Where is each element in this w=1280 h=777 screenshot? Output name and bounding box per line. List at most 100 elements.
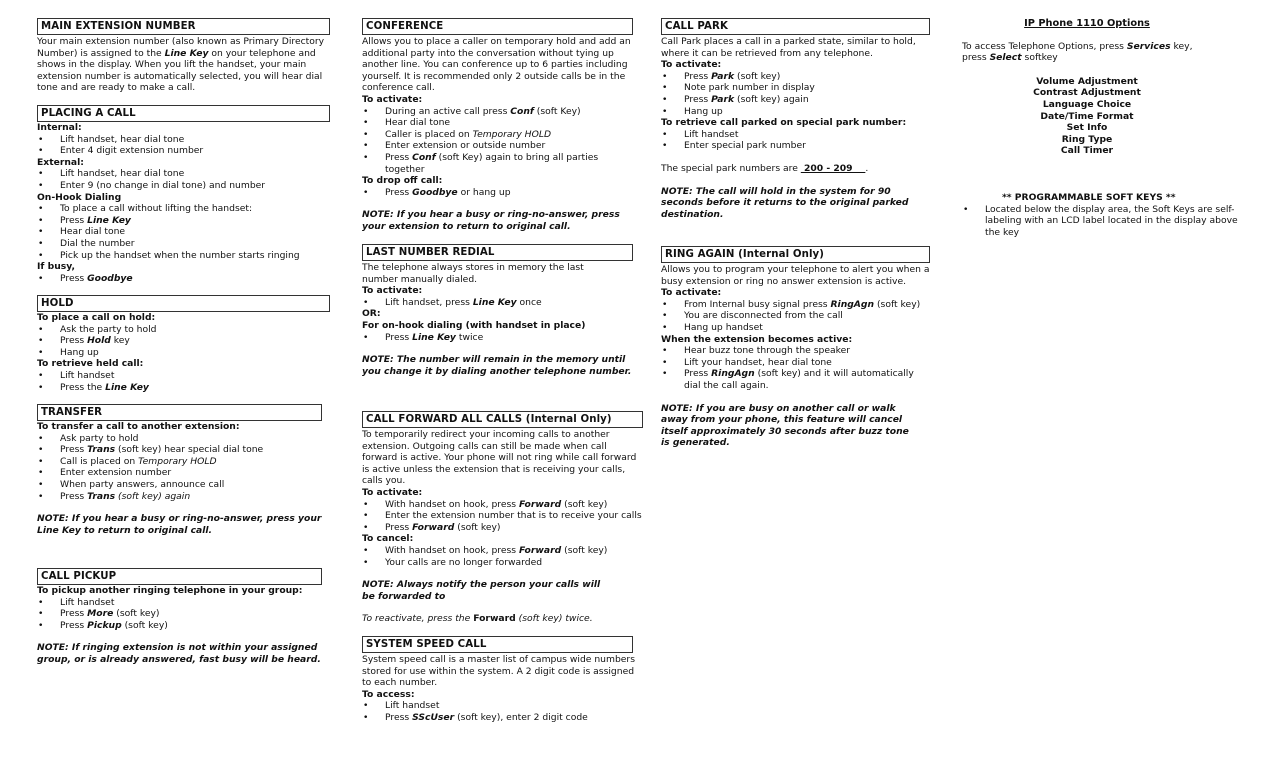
list-item: Lift handset, press Line Key once: [362, 297, 640, 309]
list-item: Press Line Key twice: [362, 332, 640, 344]
list-item: Ask the party to hold: [37, 324, 330, 336]
list-item: You are disconnected from the call: [661, 310, 931, 322]
section-header: LAST NUMBER REDIAL: [362, 244, 633, 261]
list-item: Pick up the handset when the number star…: [37, 250, 330, 262]
list-item: Press Forward (soft key): [362, 522, 644, 534]
section-transfer: TRANSFER To transfer a call to another e…: [37, 404, 322, 536]
list-item: Enter special park number: [661, 140, 931, 152]
list-item: Lift handset, hear dial tone: [37, 134, 330, 146]
list-item: Press Trans (soft key) again: [37, 491, 322, 503]
list-item: Press More (soft key): [37, 608, 322, 620]
section-body: Your main extension number (also known a…: [37, 36, 325, 94]
list-item: To place a call without lifting the hand…: [37, 203, 330, 215]
subheading: To pickup another ringing telephone in y…: [37, 585, 303, 596]
list-item: Ask party to hold: [37, 433, 322, 445]
section-call-pickup: CALL PICKUP To pickup another ringing te…: [37, 568, 322, 666]
section-header: MAIN EXTENSION NUMBER: [37, 18, 330, 35]
list-item: Press Goodbye: [37, 273, 330, 285]
note: NOTE: If you hear a busy or ring-no-answ…: [362, 209, 620, 232]
option-language-choice: Language Choice: [1042, 98, 1132, 110]
list-item: During an active call press Conf (soft K…: [362, 106, 640, 118]
section-phone-options: IP Phone 1110 Options To access Telephon…: [962, 18, 1212, 157]
section-main-extension: MAIN EXTENSION NUMBER Your main extensio…: [37, 18, 330, 94]
list-item: Lift your handset, hear dial tone: [661, 357, 931, 369]
subheading-if-busy: If busy,: [37, 261, 75, 273]
list-item: Hear dial tone: [362, 117, 640, 129]
note: NOTE: If you are busy on another call or…: [661, 402, 909, 449]
section-body: Allows you to place a caller on temporar…: [362, 36, 631, 94]
list-item: Press Hold key: [37, 335, 330, 347]
list-item: Enter 4 digit extension number: [37, 145, 330, 157]
section-programmable-soft-keys: ** PROGRAMMABLE SOFT KEYS ** Located bel…: [962, 192, 1238, 238]
list-item: Lift handset: [37, 370, 330, 382]
list-item: Lift handset: [661, 129, 931, 141]
note: NOTE: If you hear a busy or ring-no-answ…: [37, 513, 322, 536]
reactivate-text: To reactivate, press the Forward (soft k…: [362, 613, 593, 625]
list-item: Press Line Key: [37, 215, 330, 227]
section-header: TRANSFER: [37, 404, 322, 421]
section-conference: CONFERENCE Allows you to place a caller …: [362, 18, 640, 233]
list-item: With handset on hook, press Forward (sof…: [362, 499, 644, 511]
subheading: To activate:: [661, 59, 722, 71]
list-item: Press Trans (soft key) hear special dial…: [37, 444, 322, 456]
list-item: Enter the extension number that is to re…: [362, 510, 644, 522]
subheading-external: External:: [37, 156, 84, 168]
section-header: CALL FORWARD ALL CALLS (Internal Only): [362, 411, 643, 428]
option-volume-adjustment: Volume Adjustment: [1036, 75, 1138, 87]
list-item: Press Conf (soft Key) again to bring all…: [362, 152, 640, 175]
subheading: To place a call on hold:: [37, 312, 156, 323]
list-item: Caller is placed on Temporary HOLD: [362, 129, 640, 141]
list-item: Enter 9 (no change in dial tone) and num…: [37, 180, 330, 192]
list-item: Press Park (soft key): [661, 71, 931, 83]
option-date-time-format: Date/Time Format: [1040, 110, 1134, 122]
option-ring-type: Ring Type: [1061, 133, 1113, 145]
list-item: When party answers, announce call: [37, 479, 322, 491]
section-body: Allows you to program your telephone to …: [661, 264, 930, 287]
subheading: For on-hook dialing (with handset in pla…: [362, 319, 586, 331]
list-item: Hang up: [661, 106, 931, 118]
list-item: Lift handset, hear dial tone: [37, 168, 330, 180]
list-item: Hear dial tone: [37, 226, 330, 238]
note: NOTE: The number will remain in the memo…: [362, 354, 632, 377]
section-header: RING AGAIN (Internal Only): [661, 246, 930, 263]
list-item: Press Park (soft key) again: [661, 94, 931, 106]
list-item: Enter extension number: [37, 467, 322, 479]
list-item: Located below the display area, the Soft…: [962, 204, 1238, 239]
options-list: Volume Adjustment Contrast Adjustment La…: [962, 76, 1212, 157]
section-ring-again: RING AGAIN (Internal Only) Allows you to…: [661, 246, 931, 449]
list-item: Lift handset: [37, 597, 322, 609]
subheading: To activate:: [362, 285, 423, 297]
section-call-park: CALL PARK Call Park places a call in a p…: [661, 18, 931, 220]
subheading: To retrieve held call:: [37, 358, 144, 370]
option-contrast-adjustment: Contrast Adjustment: [1033, 87, 1141, 99]
subheading: To drop off call:: [362, 175, 443, 187]
subheading-or: OR:: [362, 308, 381, 320]
section-system-speed-call: SYSTEM SPEED CALL System speed call is a…: [362, 636, 640, 724]
subheading: To retrieve call parked on special park …: [661, 117, 907, 129]
note: NOTE: If ringing extension is not within…: [37, 642, 321, 665]
section-last-number-redial: LAST NUMBER REDIAL The telephone always …: [362, 244, 640, 377]
list-item: Hear buzz tone through the speaker: [661, 345, 931, 357]
section-header: CALL PICKUP: [37, 568, 322, 585]
options-title: IP Phone 1110 Options: [1024, 18, 1150, 29]
note: NOTE: Always notify the person your call…: [362, 579, 601, 602]
list-item: Hang up handset: [661, 322, 931, 334]
section-header: CALL PARK: [661, 18, 930, 35]
list-item: Press the Line Key: [37, 382, 330, 394]
softkeys-title: ** PROGRAMMABLE SOFT KEYS **: [1002, 192, 1176, 203]
section-body: To temporarily redirect your incoming ca…: [362, 429, 637, 487]
section-header: HOLD: [37, 295, 330, 312]
section-header: PLACING A CALL: [37, 105, 330, 122]
section-hold: HOLD To place a call on hold: Ask the pa…: [37, 295, 330, 393]
subheading: To cancel:: [362, 533, 414, 545]
list-item: Enter extension or outside number: [362, 140, 640, 152]
subheading: To activate:: [362, 486, 423, 498]
section-body: Call Park places a call in a parked stat…: [661, 36, 916, 59]
list-item: Press RingAgn (soft key) and it will aut…: [661, 368, 931, 391]
option-set-info: Set Info: [1066, 122, 1108, 134]
list-item: Call is placed on Temporary HOLD: [37, 456, 322, 468]
section-body: The telephone always stores in memory th…: [362, 262, 584, 285]
option-call-timer: Call Timer: [1060, 145, 1114, 157]
list-item: From Internal busy signal press RingAgn …: [661, 299, 931, 311]
subheading-on-hook: On-Hook Dialing: [37, 191, 122, 203]
